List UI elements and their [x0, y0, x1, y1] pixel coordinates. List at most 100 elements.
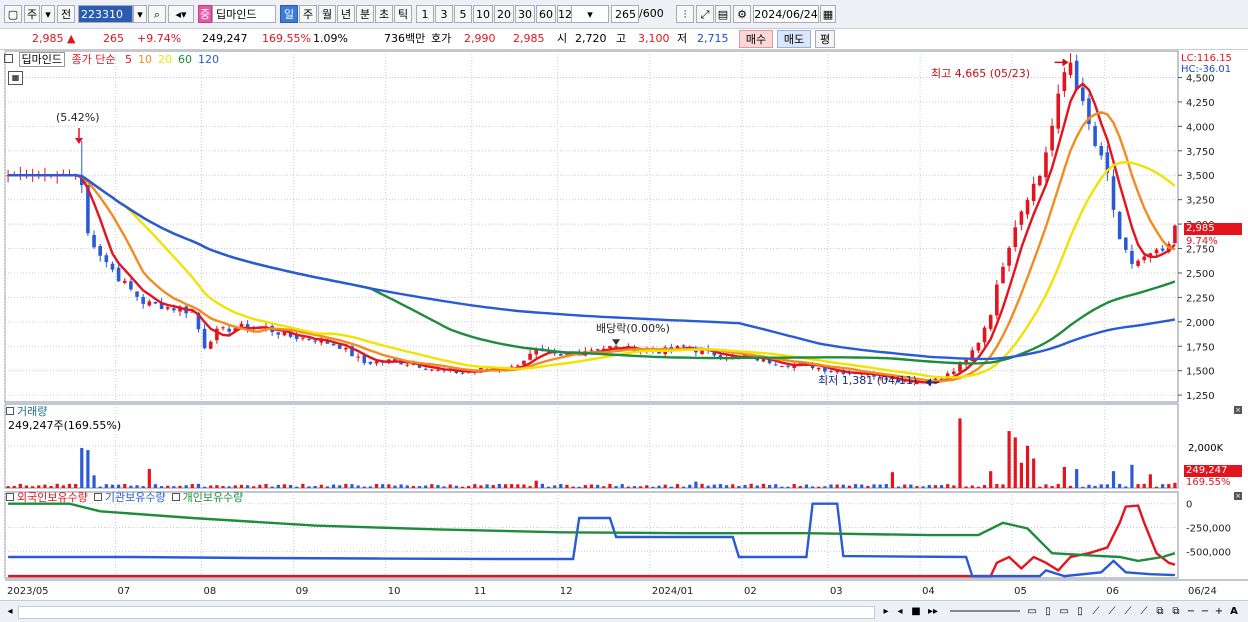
legend-ma-60: 60 [177, 53, 192, 66]
period-tab-4[interactable]: 분 [356, 5, 374, 23]
interval-tab-5[interactable]: 5 [454, 5, 472, 23]
layout-icon[interactable]: ▯ [1041, 604, 1055, 619]
layout-icon[interactable]: ▭ [1057, 604, 1071, 619]
volume-bar [98, 486, 102, 488]
volume-bar [424, 485, 428, 488]
volume-bar [1032, 458, 1036, 488]
price-change-pct: +9.74% [137, 32, 182, 45]
volume-bar [1075, 469, 1079, 488]
eval-button[interactable]: 평 [815, 30, 835, 48]
copy-icon[interactable]: ⧉ [1169, 604, 1183, 619]
volume-bar [614, 486, 618, 488]
volume-bar [135, 485, 139, 488]
close-icon[interactable]: × [1234, 492, 1242, 500]
code-input[interactable]: 223310 [78, 5, 133, 23]
table-icon[interactable]: ▦ [8, 71, 23, 85]
volume-bar [503, 484, 508, 488]
line-tool-icon[interactable]: ⟋ [1105, 604, 1119, 619]
candle-body [1081, 87, 1085, 102]
volume-bar [387, 484, 391, 488]
prev-button[interactable]: 전 [57, 5, 75, 23]
interval-tab-30[interactable]: 30 [515, 5, 535, 23]
zoom-in-icon[interactable]: + [1213, 604, 1225, 619]
close-icon[interactable]: × [1234, 406, 1242, 414]
volume-bar [952, 485, 956, 488]
interval-tab-3[interactable]: 3 [435, 5, 453, 23]
period-tab-1[interactable]: 주 [299, 5, 317, 23]
scroll-bar: ◂ ▸ ◂ ■ ▸▸ ▭ ▯ ▭ ▯ ⟋ ⟋ ⟋ ⟋ ⧉ ⧉ − − + A [0, 600, 1248, 622]
volume-bar [608, 483, 612, 488]
volume-bar [356, 485, 360, 488]
volume-bar [202, 486, 207, 488]
candle-icon[interactable]: ⫶ [676, 5, 694, 23]
x-tick-label: 02 [744, 586, 757, 597]
candle-body [368, 361, 373, 364]
step-back-icon[interactable]: ◂ [894, 604, 906, 619]
play-icon[interactable]: ▸ [880, 604, 892, 619]
count-input[interactable]: 265 [611, 5, 639, 23]
line-tool-icon[interactable]: ⟋ [1137, 604, 1151, 619]
volume-bar [86, 450, 90, 488]
period-tab-6[interactable]: 틱 [394, 5, 412, 23]
gear-icon[interactable]: ⚙ [733, 5, 751, 23]
candle-body [1111, 176, 1116, 210]
window-icon[interactable]: ▢ [4, 5, 22, 23]
volume-bar [534, 480, 538, 488]
zoom-slider[interactable] [950, 610, 1020, 612]
volume-bar [67, 483, 72, 488]
volume-bar [718, 484, 723, 488]
minus-icon[interactable]: − [1199, 604, 1211, 619]
stop-icon[interactable]: ■ [910, 604, 922, 619]
scroll-track[interactable] [18, 606, 875, 619]
volume-bar [890, 472, 895, 488]
volume-bar [577, 486, 581, 488]
line-tool-icon[interactable]: ⟋ [1089, 604, 1103, 619]
layout-icon[interactable]: ▭ [1025, 604, 1039, 619]
y-tick-label: 1,250 [1186, 391, 1215, 402]
volume-bar [325, 486, 330, 488]
period-tab-2[interactable]: 월 [318, 5, 336, 23]
speaker-icon[interactable]: ◂▾ [168, 5, 194, 23]
tools-icon[interactable]: ⤢ [696, 5, 714, 23]
volume-bar [129, 485, 133, 488]
period-tab-3[interactable]: 년 [337, 5, 355, 23]
y-tick-label: 1,750 [1186, 342, 1215, 353]
search-icon[interactable]: ⌕ [148, 5, 166, 23]
period-tab-5[interactable]: 초 [375, 5, 393, 23]
y-tick-label: 2,000 [1186, 318, 1215, 329]
scroll-left-icon[interactable]: ◂ [4, 604, 16, 619]
price-change: 265 [103, 32, 124, 45]
volume-bar [1050, 486, 1054, 488]
zoom-out-icon[interactable]: − [1185, 604, 1197, 619]
interval-select[interactable]: ▾ [571, 5, 609, 23]
date-input[interactable]: 2024/06/24 [753, 5, 819, 23]
volume-bar [307, 486, 311, 488]
candle-body [1013, 227, 1018, 248]
code-dropdown-icon[interactable]: ▾ [133, 5, 147, 23]
volume-title-label: 거래량 [17, 405, 48, 418]
interval-tab-60[interactable]: 60 [536, 5, 556, 23]
volume-bar [442, 486, 446, 488]
x-tick-label: 2023/05 [7, 586, 49, 597]
volume-bar [688, 484, 692, 488]
layout-icon[interactable]: ▯ [1073, 604, 1087, 619]
copy-icon[interactable]: ⧉ [1153, 604, 1167, 619]
interval-tab-10[interactable]: 10 [473, 5, 493, 23]
volume-bar [31, 486, 35, 488]
line-tool-icon[interactable]: ⟋ [1121, 604, 1135, 619]
volume-bar [1062, 466, 1066, 488]
interval-tab-1[interactable]: 1 [416, 5, 434, 23]
sell-button[interactable]: 매도 [777, 30, 811, 48]
volume-ratio: 169.55% [262, 32, 311, 45]
type-dropdown-icon[interactable]: ▾ [41, 5, 55, 23]
save-icon[interactable]: ▤ [715, 5, 731, 23]
type-select[interactable]: 주 [24, 5, 40, 23]
auto-scale-icon[interactable]: A [1227, 604, 1241, 619]
x-tick-label: 06 [1106, 586, 1119, 597]
candle-body [589, 350, 594, 352]
period-tab-0[interactable]: 일 [280, 5, 298, 23]
buy-button[interactable]: 매수 [739, 30, 773, 48]
fast-forward-icon[interactable]: ▸▸ [926, 604, 940, 619]
calendar-icon[interactable]: ▦ [820, 5, 836, 23]
interval-tab-20[interactable]: 20 [494, 5, 514, 23]
